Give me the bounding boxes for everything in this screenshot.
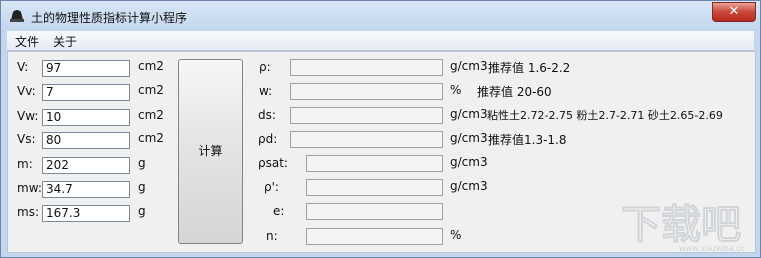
vv-label: Vv: [17, 84, 36, 98]
vs-label: Vs: [17, 132, 36, 146]
v-label: V: [17, 60, 29, 74]
n-unit: % [450, 228, 462, 242]
v-input[interactable]: 97 [42, 60, 130, 77]
vv-input[interactable]: 7 [42, 84, 130, 101]
menu-bar: 文件 关于 [7, 31, 754, 51]
e-output [306, 203, 443, 220]
app-window: 土的物理性质指标计算小程序 ✕ 文件 关于 V: 97 cm2 Vv: 7 cm… [0, 0, 761, 258]
w-note: 推荐值 20-60 [477, 85, 552, 99]
watermark-url: www.xiazaiba.com [679, 244, 744, 253]
m-unit: g [138, 156, 146, 170]
ms-input[interactable]: 167.3 [42, 205, 130, 222]
w-label: w: [259, 84, 273, 98]
vw-unit: cm2 [138, 108, 164, 122]
rhod-label: ρd: [258, 132, 278, 146]
vv-unit: cm2 [138, 83, 164, 97]
mw-unit: g [138, 180, 146, 194]
app-icon [10, 10, 24, 22]
n-output [306, 228, 443, 245]
close-button[interactable]: ✕ [712, 2, 756, 22]
mw-label: mw: [17, 181, 42, 195]
e-label: e: [273, 204, 285, 218]
vs-input[interactable]: 80 [42, 132, 130, 149]
watermark-logo: 下载吧 www.xiazaiba.com [619, 198, 754, 253]
rhod-unit: g/cm3 [450, 131, 488, 145]
v-unit: cm2 [138, 59, 164, 73]
calculate-button[interactable]: 计算 [178, 59, 243, 244]
m-input[interactable]: 202 [42, 157, 130, 174]
watermark-text: 下载吧 [621, 202, 741, 248]
menu-file[interactable]: 文件 [15, 33, 39, 50]
m-label: m: [17, 157, 33, 171]
vw-input[interactable]: 10 [42, 109, 130, 126]
rhoprime-output [306, 179, 443, 196]
title-bar[interactable]: 土的物理性质指标计算小程序 ✕ [1, 1, 760, 31]
rho-note: 推荐值 1.6-2.2 [488, 61, 571, 75]
ds-label: ds: [258, 108, 276, 122]
rhod-output [290, 131, 443, 148]
rhoprime-label: ρ': [264, 180, 279, 194]
menu-about[interactable]: 关于 [53, 33, 77, 50]
vw-label: Vw: [17, 109, 39, 123]
download-bar-logo-icon: 下载吧 www.xiazaiba.com [621, 202, 754, 253]
rhod-note: 推荐值1.3-1.8 [488, 133, 567, 147]
rhosat-output [306, 155, 443, 172]
ms-unit: g [138, 204, 146, 218]
rhosat-label: ρsat: [258, 156, 288, 170]
rho-unit: g/cm3 [450, 59, 488, 73]
ds-unit: g/cm3 [450, 107, 488, 121]
window-title: 土的物理性质指标计算小程序 [31, 11, 188, 25]
w-output [290, 83, 443, 100]
rhoprime-unit: g/cm3 [450, 179, 488, 193]
rhosat-unit: g/cm3 [450, 155, 488, 169]
w-unit: % [450, 83, 462, 97]
n-label: n: [266, 229, 278, 243]
ms-label: ms: [17, 205, 39, 219]
rho-label: ρ: [259, 60, 271, 74]
mw-input[interactable]: 34.7 [42, 181, 130, 198]
rho-output [290, 59, 443, 76]
vs-unit: cm2 [138, 131, 164, 145]
ds-note: 粘性土2.72-2.75 粉土2.7-2.71 砂土2.65-2.69 [487, 109, 723, 122]
ds-output [290, 107, 443, 124]
